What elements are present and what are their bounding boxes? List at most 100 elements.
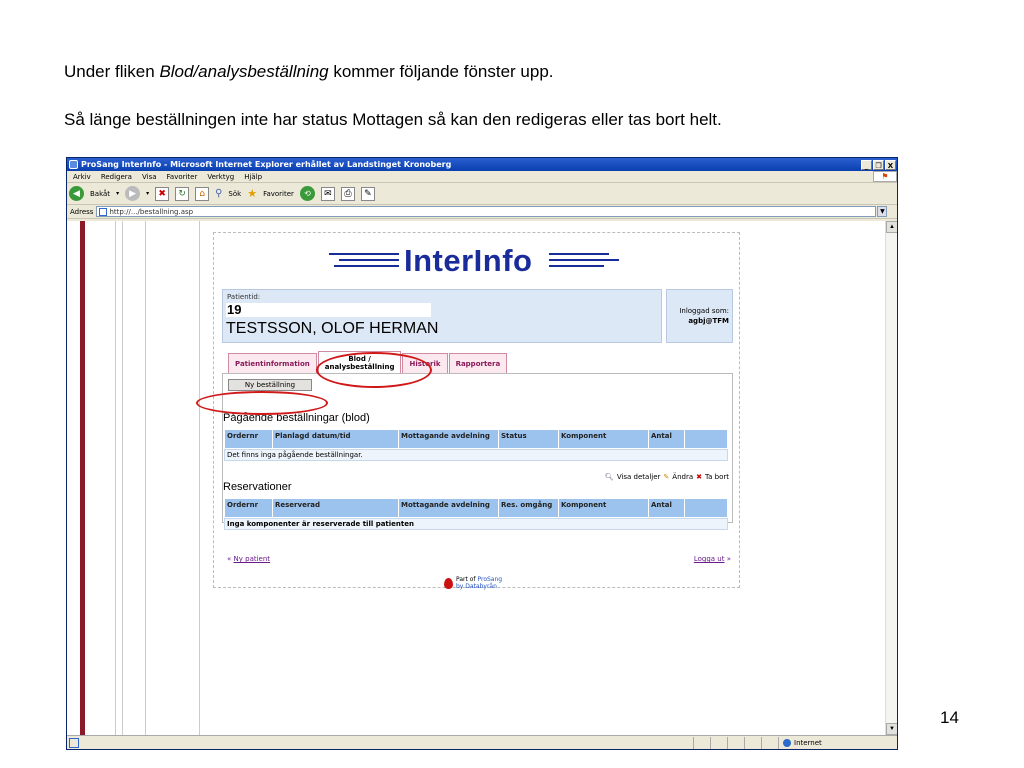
patient-panel: Patientid: 19 TESTSSON, OLOF HERMAN (222, 289, 662, 343)
row-actions: 🔍︎ Visa detaljer ✎ Ändra ✖ Ta bort (605, 473, 729, 481)
delete-x-icon: ✖ (696, 473, 703, 481)
zone-label: Internet (794, 739, 822, 747)
footer-by: by Databyrån (456, 583, 497, 590)
table-row: Det finns inga pågående beställningar. (224, 449, 728, 461)
address-label: Adress (70, 207, 94, 216)
minimize-button[interactable]: _ (861, 159, 872, 170)
column-header: Antal (649, 499, 685, 517)
blood-drop-icon (444, 577, 453, 589)
back-dropdown-icon[interactable]: ▾ (116, 190, 119, 197)
menu-visa[interactable]: Visa (142, 173, 157, 181)
table-row: Inga komponenter är reserverade till pat… (224, 518, 728, 530)
browser-window: ProSang InterInfo - Microsoft Internet E… (66, 157, 898, 750)
page-icon (99, 207, 108, 216)
logo-text: InterInfo (404, 243, 533, 278)
decor-stripe (145, 221, 146, 735)
new-patient-link[interactable]: Ny patient (234, 555, 271, 563)
login-label: Inloggad som: (679, 307, 729, 315)
favorites-label[interactable]: Favoriter (263, 190, 294, 198)
column-header: Ordernr (225, 499, 273, 517)
edit-link[interactable]: Ändra (672, 473, 693, 481)
column-header: Antal (649, 430, 685, 448)
ie-icon (69, 160, 78, 169)
close-button[interactable]: X (885, 159, 896, 170)
menu-arkiv[interactable]: Arkiv (73, 173, 91, 181)
mail-icon[interactable]: ✉ (320, 186, 335, 201)
footer-part-of: Part of (456, 576, 476, 583)
instruction-line-1: Under fliken Blod/analysbeställning komm… (64, 62, 554, 82)
footer-brand[interactable]: ProSang (477, 576, 502, 583)
browser-viewport: InterInfo Patientid: 19 TESTSSON, OLOF H… (67, 221, 885, 735)
menu-redigera[interactable]: Redigera (101, 173, 132, 181)
column-header (685, 430, 727, 448)
menu-bar: Arkiv Redigera Visa Favoriter Verktyg Hj… (67, 171, 897, 183)
history-icon[interactable]: ⟲ (299, 186, 315, 201)
new-order-button[interactable]: Ny beställning (228, 379, 312, 391)
prosang-footer: Part of ProSang by Databyrån (444, 576, 502, 590)
back-label[interactable]: Bakåt (90, 190, 110, 198)
scroll-down-icon[interactable]: ▼ (886, 723, 897, 735)
stop-icon[interactable]: ✖ (155, 186, 170, 201)
instruction-line-2: Så länge beställningen inte har status M… (64, 110, 722, 129)
tab-patientinformation[interactable]: Patientinformation (228, 353, 317, 373)
column-header: Komponent (559, 499, 649, 517)
globe-icon (783, 739, 791, 747)
patient-id-label: Patientid: (227, 293, 261, 301)
menu-verktyg[interactable]: Verktyg (207, 173, 234, 181)
edit-page-icon[interactable]: ✎ (360, 186, 375, 201)
line1-italic: Blod/analysbeställning (159, 62, 329, 81)
column-header: Ordernr (225, 430, 273, 448)
address-url: http://.../bestallning.asp (109, 207, 194, 216)
toolbar: ◀ Bakåt ▾ ▶ ▾ ✖ ↻ ⌂ ⚲ Sök ★ Favoriter ⟲ … (67, 183, 897, 205)
address-bar: Adress http://.../bestallning.asp ▼ (67, 205, 897, 219)
column-header: Reserverad (273, 499, 399, 517)
vertical-scrollbar[interactable]: ▲ ▼ (885, 221, 897, 735)
patient-id-value: 19 (226, 303, 431, 317)
logout-link[interactable]: Logga ut (694, 555, 725, 563)
maximize-button[interactable]: ❒ (873, 159, 884, 170)
search-label[interactable]: Sök (228, 190, 241, 198)
login-panel: Inloggad som: agbj@TFM (666, 289, 733, 343)
windows-flag-icon: ⚑ (873, 171, 897, 182)
reservations-title: Reservationer (223, 481, 292, 493)
column-header: Mottagande avdelning (399, 499, 499, 517)
print-icon[interactable]: ⎙ (340, 186, 355, 201)
column-header: Komponent (559, 430, 649, 448)
login-user: agbj@TFM (688, 317, 729, 325)
back-arrow-icon[interactable]: ◀ (69, 186, 84, 201)
column-header (685, 499, 727, 517)
title-bar: ProSang InterInfo - Microsoft Internet E… (67, 158, 897, 171)
reservations-table: Ordernr Reserverad Mottagande avdelning … (224, 498, 728, 530)
column-header: Mottagande avdelning (399, 430, 499, 448)
delete-link[interactable]: Ta bort (705, 473, 729, 481)
view-details-link[interactable]: Visa detaljer (617, 473, 661, 481)
refresh-icon[interactable]: ↻ (175, 186, 190, 201)
menu-hjalp[interactable]: Hjälp (244, 173, 262, 181)
highlight-ellipse-tab (316, 352, 432, 388)
tab-rapportera[interactable]: Rapportera (448, 353, 508, 373)
window-title: ProSang InterInfo - Microsoft Internet E… (81, 160, 452, 169)
line1-prefix: Under fliken (64, 62, 160, 81)
column-header: Status (499, 430, 559, 448)
magnifier-icon: 🔍︎ (604, 473, 614, 481)
line1-suffix: kommer följande fönster upp. (328, 62, 554, 81)
address-input[interactable]: http://.../bestallning.asp (96, 206, 877, 217)
menu-favoriter[interactable]: Favoriter (167, 173, 198, 181)
favorites-star-icon[interactable]: ★ (247, 187, 257, 200)
decor-stripe (115, 221, 116, 735)
page-done-icon (69, 738, 79, 748)
slide-page-number: 14 (940, 708, 959, 727)
highlight-ellipse-button (196, 391, 328, 415)
decor-stripe (80, 221, 85, 735)
logout-nav: Logga ut » (693, 555, 731, 563)
forward-dropdown-icon[interactable]: ▾ (146, 190, 149, 197)
forward-arrow-icon[interactable]: ▶ (125, 186, 141, 201)
decor-stripe (199, 221, 200, 735)
patient-name: TESTSSON, OLOF HERMAN (226, 320, 439, 337)
address-dropdown-icon[interactable]: ▼ (877, 206, 888, 217)
column-header: Planlagd datum/tid (273, 430, 399, 448)
decor-stripe (122, 221, 123, 735)
search-icon[interactable]: ⚲ (215, 188, 222, 199)
scroll-up-icon[interactable]: ▲ (886, 221, 897, 233)
home-icon[interactable]: ⌂ (195, 186, 210, 201)
